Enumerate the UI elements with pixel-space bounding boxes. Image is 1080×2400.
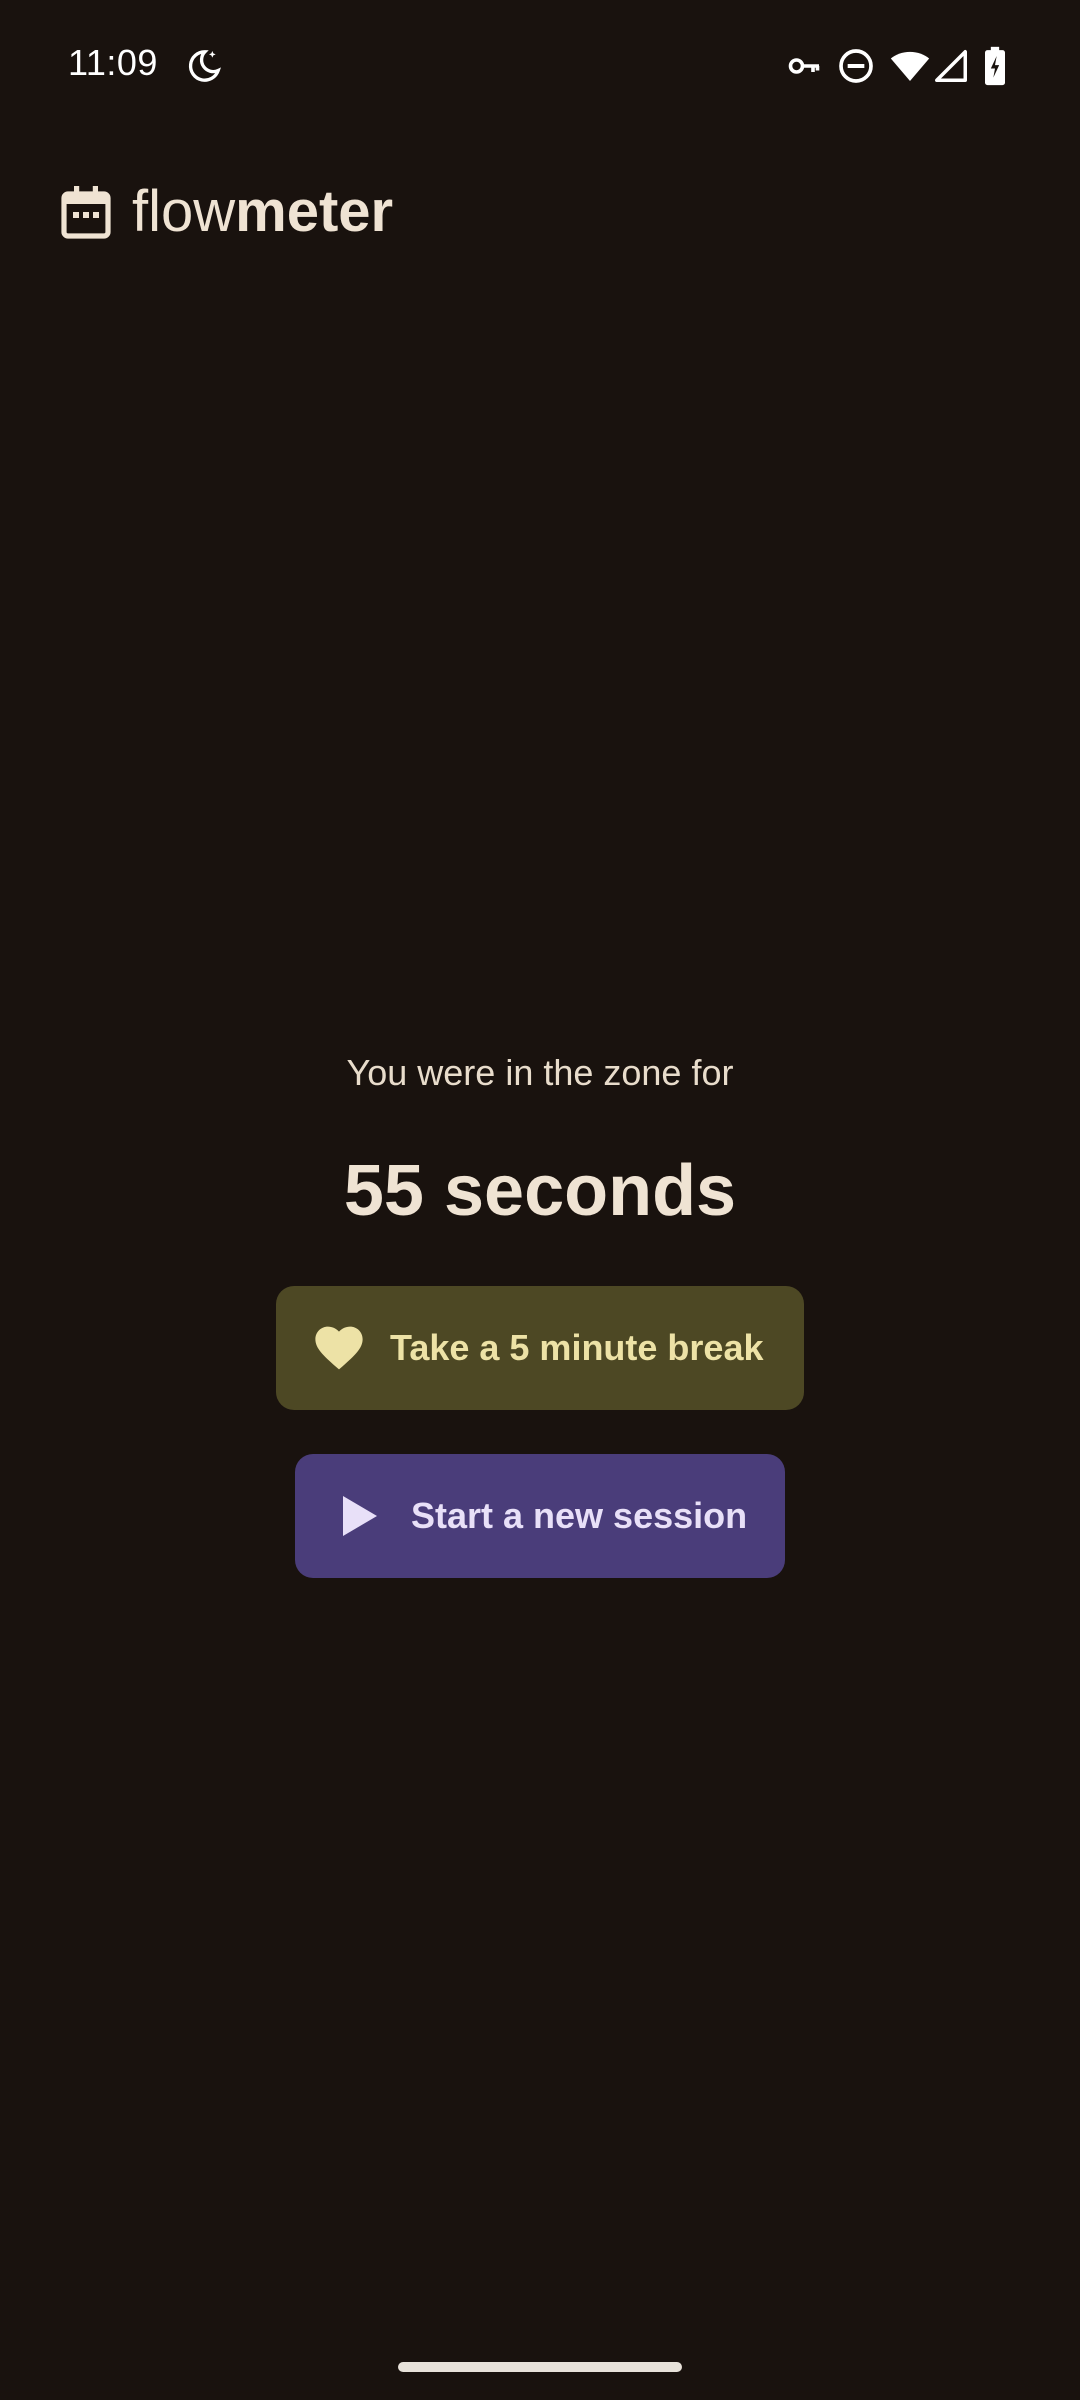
play-icon [339,1494,379,1538]
app-screen: 11:09 flowmeter You were in the zone for… [0,0,1080,2400]
status-bar: 11:09 [0,0,1080,128]
wifi-icon [888,46,932,86]
bedtime-moon-icon [184,46,224,86]
heart-icon [312,1321,366,1375]
zone-duration: 55 seconds [343,1151,737,1231]
signal-icon [932,46,970,86]
start-session-label: Start a new session [411,1495,748,1536]
dnd-minus-icon [836,46,876,86]
take-break-label: Take a 5 minute break [390,1327,764,1368]
status-time: 11:09 [68,42,158,83]
app-header: flowmeter [60,172,393,252]
gesture-nav-handle[interactable] [398,2362,682,2372]
app-title-light: flow [132,179,236,244]
calendar-icon [60,183,112,241]
vpn-key-icon [786,46,822,86]
battery-charging-icon [980,46,1010,86]
app-title-bold: meter [235,179,394,244]
start-session-button[interactable]: Start a new session [295,1454,785,1578]
app-title: flowmeter [132,183,393,241]
take-break-button[interactable]: Take a 5 minute break [276,1286,804,1410]
zone-label: You were in the zone for [346,1052,734,1093]
